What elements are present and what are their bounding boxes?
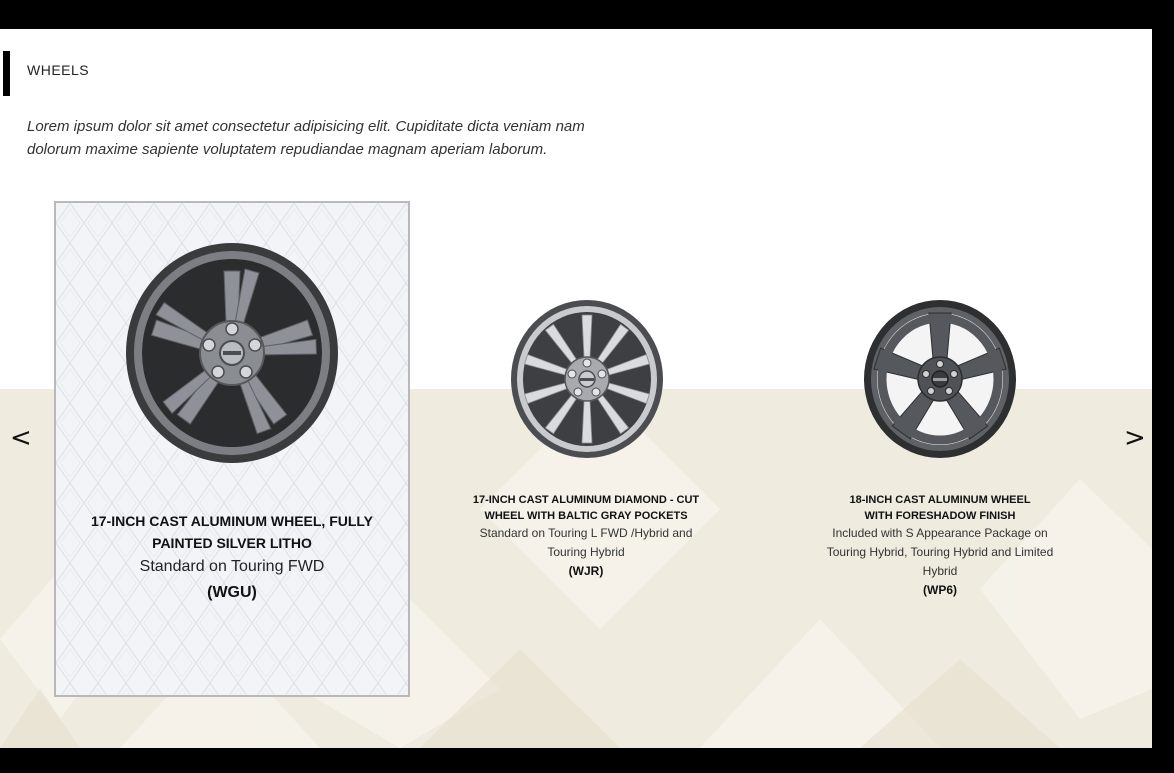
wheel-card-selected[interactable]: 17-INCH CAST ALUMINUM WHEEL, FULLY PAINT… bbox=[54, 201, 410, 697]
wheel-availability: Included with S Appearance Package on To… bbox=[826, 526, 1054, 578]
wheel-availability: Standard on Touring FWD bbox=[139, 558, 325, 575]
wheel-card[interactable]: 18-INCH CAST ALUMINUM WHEEL WITH FORESHA… bbox=[815, 297, 1065, 607]
wheel-name: 17-INCH CAST ALUMINUM DIAMOND - CUT WHEE… bbox=[472, 494, 700, 522]
wheel-name: 18-INCH CAST ALUMINUM WHEEL WITH FORESHA… bbox=[849, 494, 1031, 522]
wheel-code: (WP6) bbox=[923, 583, 957, 597]
wheels-section: WHEELS Lorem ipsum dolor sit amet consec… bbox=[0, 29, 1152, 748]
section-description: Lorem ipsum dolor sit amet consectetur a… bbox=[27, 118, 585, 158]
section-accent-bar bbox=[3, 51, 10, 96]
carousel-next-button[interactable]: > bbox=[1124, 425, 1146, 451]
wheel-diamond-cut-image bbox=[511, 300, 663, 458]
wheel-availability: Standard on Touring L FWD /Hybrid and To… bbox=[479, 526, 693, 559]
wheel-code: (WJR) bbox=[568, 564, 604, 578]
wheel-code: (WGU) bbox=[207, 584, 257, 601]
carousel-prev-button[interactable]: < bbox=[10, 425, 32, 451]
wheel-foreshadow-image bbox=[864, 300, 1016, 458]
wheel-silver-litho-image bbox=[126, 243, 338, 463]
wheel-name: 17-INCH CAST ALUMINUM WHEEL, FULLY PAINT… bbox=[90, 513, 374, 551]
section-title: WHEELS bbox=[27, 62, 90, 78]
wheel-card[interactable]: 17-INCH CAST ALUMINUM DIAMOND - CUT WHEE… bbox=[466, 297, 706, 587]
